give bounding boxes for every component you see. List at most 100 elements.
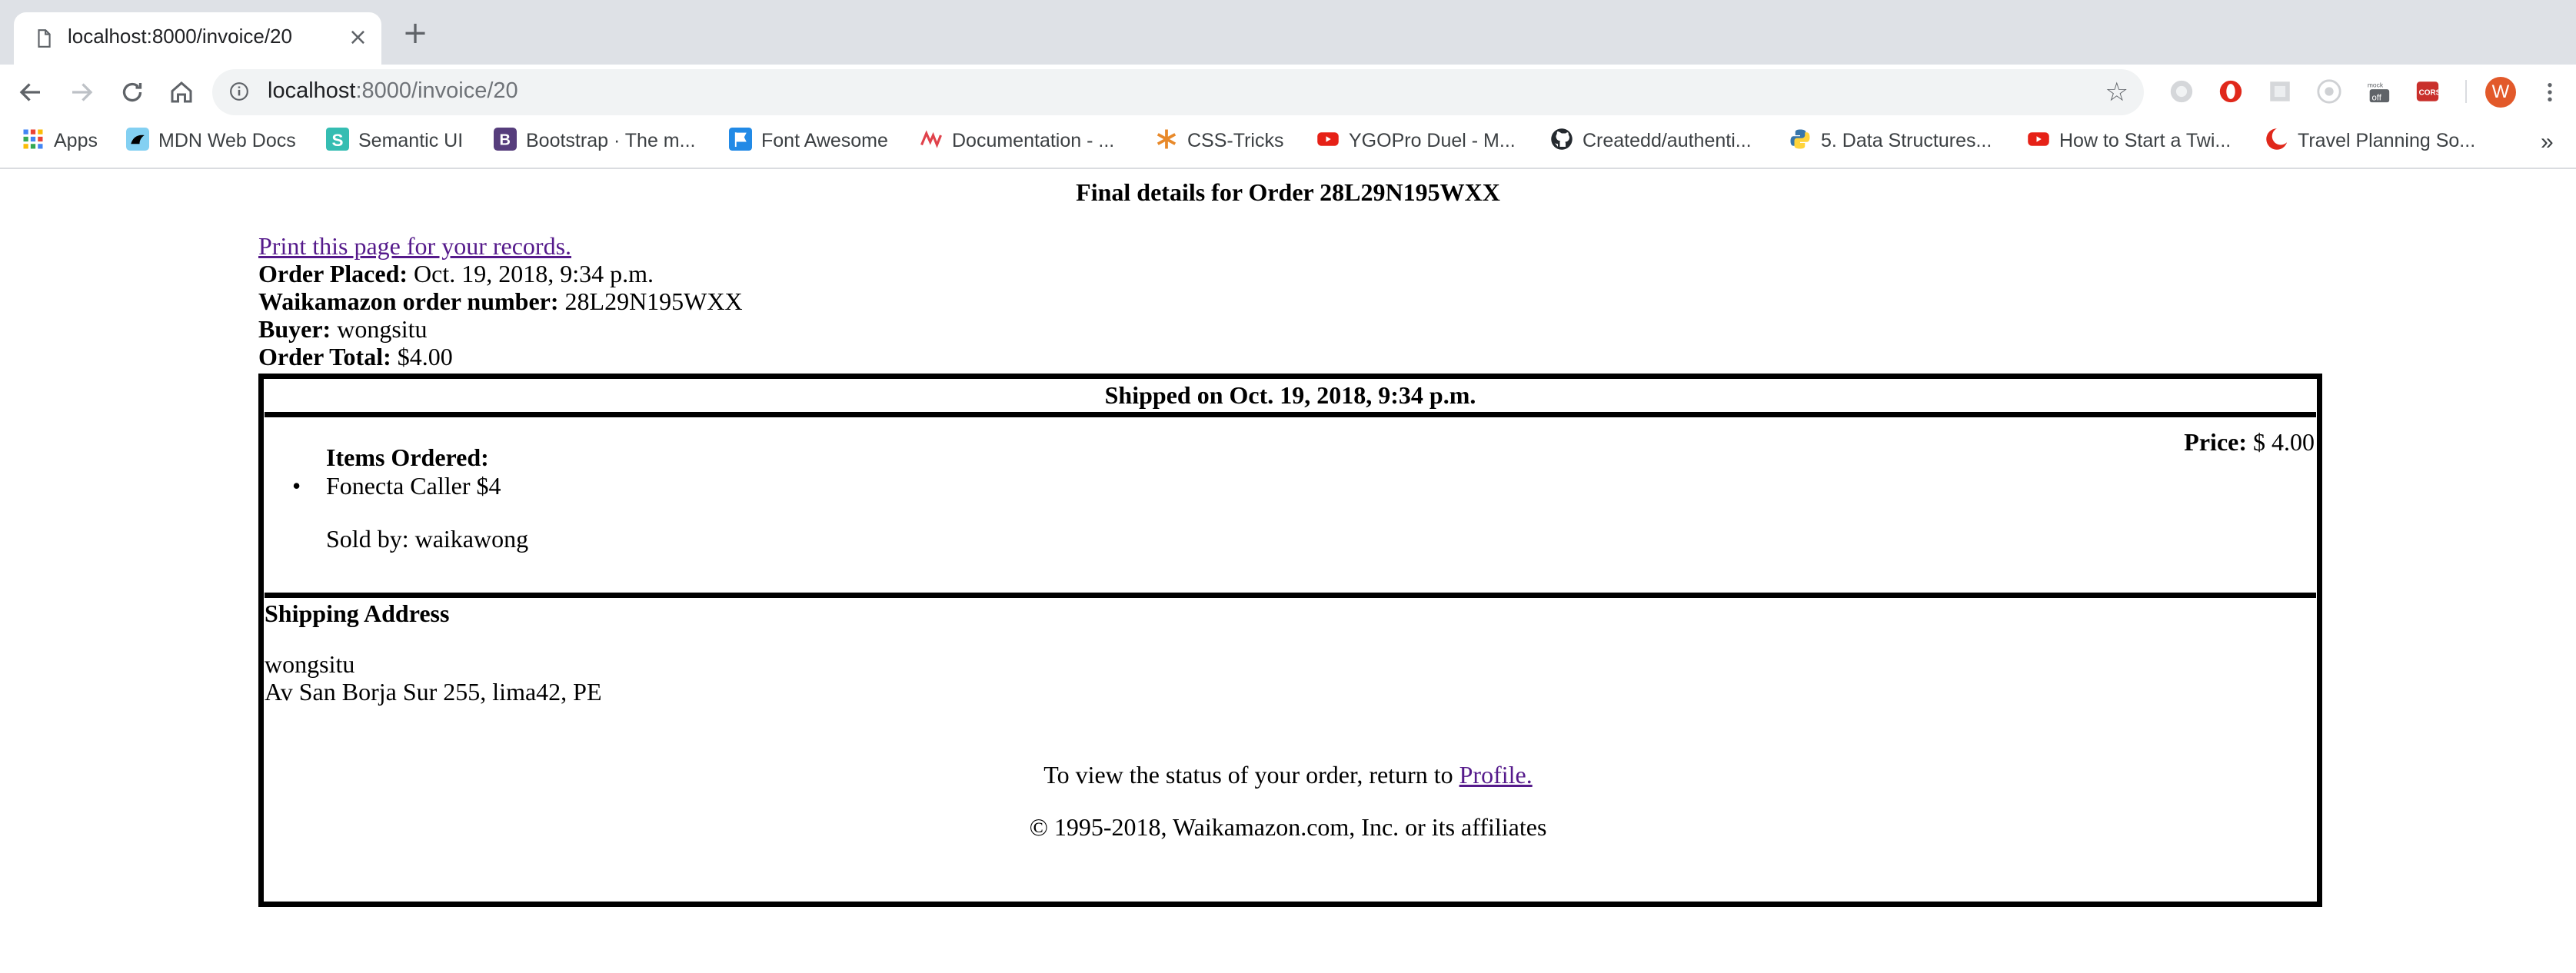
invoice-page: Final details for Order 28L29N195WXX Pri… <box>0 169 2576 973</box>
order-number-label: Waikamazon order number: <box>258 287 559 315</box>
apps-grid-icon <box>23 129 43 149</box>
shipping-address-cell: Shipping Address wongsitu Av San Borja S… <box>265 598 2316 902</box>
cors-extension-icon[interactable]: CORS <box>2415 78 2441 105</box>
bookmark-label: CSS-Tricks <box>1187 129 1284 151</box>
font-awesome-flag-icon <box>729 128 752 151</box>
order-summary: Print this page for your records. Order … <box>258 232 743 370</box>
bookmark-label: YGOPro Duel - M... <box>1349 129 1516 151</box>
bookmarks-bar: Apps MDN Web Docs S Semantic UI B Bootstra… <box>0 120 2576 169</box>
reload-icon[interactable] <box>118 78 146 106</box>
address-bar[interactable]: localhost:8000/invoice/20 ☆ <box>212 69 2144 115</box>
bookmark-label: MDN Web Docs <box>158 129 296 151</box>
url-text[interactable]: localhost:8000/invoice/20 <box>268 78 518 104</box>
item-name: Fonecta Caller $4 <box>326 472 501 500</box>
order-placed-row: Order Placed: Oct. 19, 2018, 9:34 p.m. <box>258 260 743 287</box>
bookmark-mdn[interactable]: MDN Web Docs <box>126 128 296 157</box>
back-arrow-icon[interactable] <box>17 78 45 106</box>
svg-text:mock: mock <box>2368 81 2384 88</box>
forward-arrow-icon[interactable] <box>68 78 95 106</box>
bookmark-label: Createdd/authenti... <box>1583 129 1752 151</box>
python-icon <box>1790 129 1810 149</box>
bookmark-label: Bootstrap · The m... <box>526 129 696 151</box>
css-tricks-star-icon <box>1157 129 1177 149</box>
bookmark-how-to-start[interactable]: How to Start a Twi... <box>2027 129 2231 157</box>
tab-strip: localhost:8000/invoice/20 × + <box>0 0 2576 65</box>
order-placed-label: Order Placed: <box>258 260 408 287</box>
crescent-icon <box>2266 128 2288 151</box>
extension-icon[interactable] <box>2168 78 2195 105</box>
tab-title: localhost:8000/invoice/20 <box>68 25 292 48</box>
page-icon <box>38 29 51 48</box>
opera-extension-icon[interactable] <box>2218 78 2244 105</box>
new-tab-button[interactable]: + <box>400 18 431 49</box>
browser-tab[interactable]: localhost:8000/invoice/20 × <box>14 12 381 65</box>
svg-text:S: S <box>332 131 344 150</box>
bootstrap-icon: B <box>494 128 517 151</box>
items-cell: Price: $ 4.00 Items Ordered: • Fonecta C… <box>265 417 2316 598</box>
status-text: To view the status of your order, return… <box>1043 761 1453 789</box>
profile-link[interactable]: Profile. <box>1459 761 1533 789</box>
shipped-header-cell: Shipped on Oct. 19, 2018, 9:34 p.m. <box>265 380 2316 417</box>
more-bookmarks-chevron-icon[interactable]: » <box>2541 129 2554 157</box>
order-placed-value: Oct. 19, 2018, 9:34 p.m. <box>414 260 654 287</box>
bookmark-travel-planning[interactable]: Travel Planning So... <box>2265 128 2476 157</box>
home-icon[interactable] <box>168 78 195 106</box>
shipping-street: Av San Borja Sur 255, lima42, PE <box>265 678 602 706</box>
bookmark-label: Travel Planning So... <box>2298 129 2476 151</box>
svg-text:off: off <box>2372 93 2382 102</box>
bookmark-font-awesome[interactable]: Font Awesome <box>729 128 888 157</box>
shipping-heading: Shipping Address <box>265 599 450 627</box>
buyer-label: Buyer: <box>258 315 331 343</box>
docs-icon <box>920 130 942 149</box>
price: Price: $ 4.00 <box>2184 428 2315 457</box>
mdn-icon <box>126 128 149 151</box>
copyright: © 1995-2018, Waikamazon.com, Inc. or its… <box>1029 813 1547 841</box>
bookmark-bootstrap[interactable]: B Bootstrap · The m... <box>494 128 696 157</box>
bookmark-data-structures[interactable]: 5. Data Structures... <box>1789 129 1992 157</box>
svg-text:B: B <box>500 132 511 149</box>
bookmark-apps[interactable]: Apps <box>22 129 98 157</box>
bullet: • <box>292 472 301 500</box>
url-host: localhost <box>268 78 356 103</box>
price-value: $ 4.00 <box>2253 428 2315 456</box>
profile-avatar[interactable]: W <box>2485 77 2516 108</box>
semantic-ui-icon: S <box>326 128 349 151</box>
bookmark-github[interactable]: Createdd/authenti... <box>1550 128 1752 157</box>
toolbar-divider <box>2465 80 2467 103</box>
bookmark-label: Semantic UI <box>358 129 464 151</box>
items-list: • Fonecta Caller $4 Sold by: waikawong <box>292 472 528 553</box>
info-icon[interactable] <box>229 81 249 101</box>
shipping-address: wongsitu Av San Borja Sur 255, lima42, P… <box>265 650 602 706</box>
buyer-value: wongsitu <box>337 315 428 343</box>
print-link[interactable]: Print this page for your records. <box>258 232 571 260</box>
order-status-note: To view the status of your order, return… <box>0 761 2576 789</box>
github-icon <box>1551 128 1573 151</box>
bookmark-label: 5. Data Structures... <box>1821 129 1992 151</box>
bookmark-css-tricks[interactable]: CSS-Tricks <box>1155 129 1283 157</box>
order-total-row: Order Total: $4.00 <box>258 343 743 370</box>
bookmark-label: Apps <box>54 129 98 151</box>
bookmark-label: Font Awesome <box>761 129 888 151</box>
order-total-label: Order Total: <box>258 343 391 370</box>
list-item: • Fonecta Caller $4 Sold by: waikawong <box>292 472 528 553</box>
extension-icon[interactable] <box>2267 78 2293 105</box>
bookmark-label: How to Start a Twi... <box>2059 129 2232 151</box>
order-number-value: 28L29N195WXX <box>564 287 743 315</box>
svg-text:CORS: CORS <box>2419 88 2441 97</box>
more-menu-icon[interactable] <box>2538 80 2562 105</box>
bookmark-semantic-ui[interactable]: S Semantic UI <box>326 128 464 157</box>
shipping-name: wongsitu <box>265 650 355 678</box>
bookmark-documentation[interactable]: Documentation - ... <box>920 129 1114 157</box>
extension-icon[interactable] <box>2316 78 2342 105</box>
order-number-row: Waikamazon order number: 28L29N195WXX <box>258 287 743 315</box>
url-path: :8000/invoice/20 <box>355 78 518 103</box>
bookmark-label: Documentation - ... <box>952 129 1115 151</box>
close-tab-icon[interactable]: × <box>348 24 368 51</box>
bookmark-ygopro[interactable]: YGOPro Duel - M... <box>1316 129 1516 157</box>
toggle-off-extension-icon[interactable]: off mock <box>2365 78 2391 105</box>
items-block: Items Ordered: • Fonecta Caller $4 Sold … <box>292 443 528 553</box>
shipped-heading: Shipped on Oct. 19, 2018, 9:34 p.m. <box>1104 381 1476 409</box>
youtube-icon <box>1317 132 1339 147</box>
bookmark-star-icon[interactable]: ☆ <box>2105 77 2128 108</box>
order-total-value: $4.00 <box>397 343 453 370</box>
